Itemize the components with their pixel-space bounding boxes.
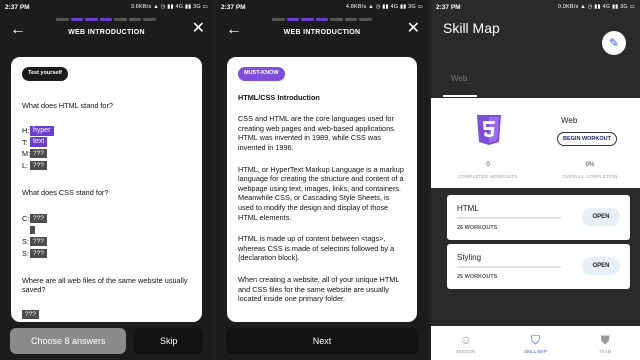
blank-answer[interactable]: ??? [30,149,47,159]
tab-indicator [443,95,477,97]
nav-team[interactable]: ⛊ TEAM [570,326,640,360]
page-title: Skill Map [443,20,500,36]
open-button[interactable]: OPEN [582,257,620,275]
question-css: What does CSS stand for? [22,188,109,198]
filled-answer[interactable]: text [30,137,48,148]
stat-caption: COMPLETED WORKOUTS [458,174,518,179]
answer-row[interactable]: S:??? [22,236,191,248]
status-bar: 2:37 PM 3.6KB/s ▲ ◷ ▮▮ 4G ▮▮ 3G ▭ [0,0,213,14]
answer-row[interactable]: S:??? [22,247,191,259]
status-time: 2:37 PM [5,3,30,11]
quiz-actions: Choose 8 answers Skip [0,322,213,360]
course-name: Styling [457,253,482,262]
blank-answer[interactable]: ??? [30,237,47,247]
filled-answer[interactable]: hyper [30,125,54,136]
course-progress-bar [457,266,561,268]
nav-skill-map[interactable]: ⛉ SKILL MAP [501,326,571,360]
status-icons: 3.6KB/s ▲ ◷ ▮▮ 4G ▮▮ 3G ▭ [130,4,208,10]
lesson-progress [56,18,157,21]
course-name: HTML [457,204,479,213]
edit-pencil-icon[interactable]: ✎ [602,31,626,55]
lesson-paragraph: HTML is made up of content between <tags… [238,234,395,263]
next-button[interactable]: Next [226,328,418,354]
nav-label: TEAM [598,348,612,354]
quiz-screen: 2:37 PM 3.6KB/s ▲ ◷ ▮▮ 4G ▮▮ 3G ▭ ← WEB … [0,0,213,360]
nav-label: MISSION [456,348,476,354]
lesson-screen: 2:37 PM 4.8KB/s ▲ ◷ ▮▮ 4G ▮▮ 3G ▭ ← WEB … [216,0,428,360]
close-icon[interactable]: ✕ [192,21,205,37]
bottom-nav: ☺ MISSION ⛉ SKILL MAP ⛊ TEAM [431,326,640,360]
lesson-paragraph: CSS and HTML are the core languages used… [238,114,396,152]
page-title: WEB INTRODUCTION [283,28,361,36]
lesson-card: MUST-KNOW HTML/CSS Introduction CSS and … [227,57,417,322]
course-progress-bar [457,217,561,219]
nav-label: SKILL MAP [523,348,548,354]
course-title: Web [561,116,578,125]
lesson-heading: HTML/CSS Introduction [238,92,320,102]
team-icon: ⛊ [600,332,610,347]
back-arrow-icon[interactable]: ← [10,22,26,38]
answer-row[interactable]: M:??? [22,148,191,160]
lesson-paragraph: HTML, or HyperText Markup Language is a … [238,164,404,222]
lesson-progress [272,18,373,21]
skillmap-icon: ⛉ [531,332,541,347]
choose-answers-button[interactable]: Choose 8 answers [10,328,127,354]
completed-workouts-stat: 0 COMPLETED WORKOUTS [457,162,519,179]
status-bar: 2:37 PM 4.8KB/s ▲ ◷ ▮▮ 4G ▮▮ 3G ▭ [216,0,428,14]
status-time: 2:37 PM [221,3,246,11]
question-html: What does HTML stand for? [22,100,113,110]
course-summary: Web BEGIN WORKOUT 0 COMPLETED WORKOUTS 0… [431,98,640,188]
skill-map-header: Skill Map ✎ [431,0,640,60]
course-card-styling[interactable]: Styling 25 WORKOUTS OPEN [447,244,630,289]
blank-answer[interactable]: ??? [30,160,47,170]
open-button[interactable]: OPEN [582,208,620,226]
skip-button[interactable]: Skip [134,328,203,354]
quiz-card: Test yourself What does HTML stand for? … [11,57,202,322]
lesson-header: ← WEB INTRODUCTION ✕ [216,14,428,44]
answer-row[interactable]: L:??? [22,160,191,172]
stat-value: 0% [585,162,595,168]
close-icon[interactable]: ✕ [407,21,420,37]
quiz-header: ← WEB INTRODUCTION ✕ [0,14,213,44]
lesson-paragraph: When creating a website, all of your uni… [238,274,400,304]
answer-row-empty[interactable] [22,224,191,236]
robot-icon: ☺ [459,332,472,347]
overall-completion-stat: 0% OVERALL COMPLETION [559,162,621,179]
nav-mission[interactable]: ☺ MISSION [431,326,501,360]
stat-value: 0 [486,162,490,168]
answer-row[interactable]: T: text [22,137,191,149]
html5-icon [477,115,501,145]
skill-map-screen: 2:37 PM 0.0KB/s ▲ ◷ ▮▮ 4G ▮▮ 3G ▭ Skill … [431,0,640,360]
stat-caption: OVERALL COMPLETION [562,174,618,179]
page-title: WEB INTRODUCTION [68,28,145,36]
answer-row[interactable]: C:??? [22,213,191,225]
course-workouts: 25 WORKOUTS [457,274,498,280]
course-workouts: 26 WORKOUTS [457,225,498,231]
tab-web[interactable]: Web [451,74,467,83]
lesson-actions: Next [216,322,428,360]
test-yourself-chip: Test yourself [22,67,68,81]
back-arrow-icon[interactable]: ← [226,22,242,38]
answer-row[interactable]: H: hyper [22,125,191,137]
blank-answer[interactable]: ??? [30,248,47,258]
html-answers: H: hyper T: text M:??? L:??? [22,125,191,171]
blank-answer[interactable]: ??? [30,214,47,224]
blank-answer[interactable] [30,226,35,235]
blank-answer[interactable]: ??? [22,309,39,319]
must-know-chip: MUST-KNOW [238,67,285,81]
tab-bar: Web [431,60,640,98]
question-files: Where are all web files of the same webs… [22,275,188,295]
course-card-html[interactable]: HTML 26 WORKOUTS OPEN [447,195,630,240]
css-answers: C:??? S:??? S:??? [22,213,191,259]
status-icons: 4.8KB/s ▲ ◷ ▮▮ 4G ▮▮ 3G ▭ [345,4,423,10]
begin-workout-button[interactable]: BEGIN WORKOUT [557,132,617,146]
